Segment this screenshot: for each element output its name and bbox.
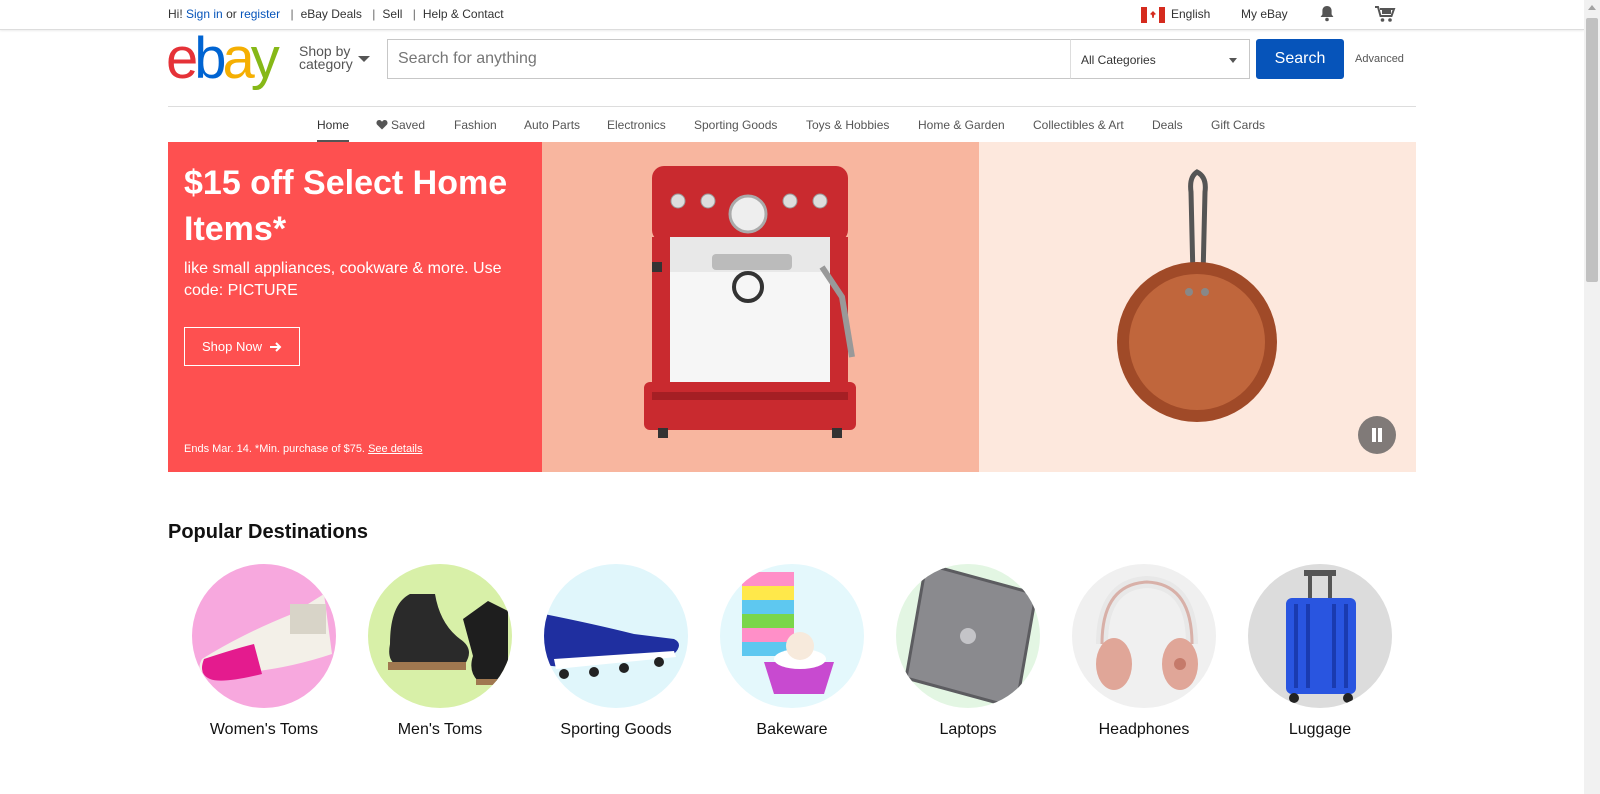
- search-box: [387, 39, 1071, 79]
- canada-flag-icon[interactable]: [1141, 7, 1165, 23]
- destination-mens-toms[interactable]: Men's Toms: [368, 564, 512, 739]
- promo-headline: $15 off Select Home Items*: [184, 164, 508, 248]
- nav-item-auto-parts[interactable]: Auto Parts: [524, 118, 580, 142]
- divider: |: [372, 7, 376, 21]
- pause-icon[interactable]: [1358, 416, 1396, 454]
- ebay-deals-link[interactable]: eBay Deals: [301, 7, 362, 21]
- destination-bakeware[interactable]: Bakeware: [720, 564, 864, 739]
- arrow-right-icon: [269, 341, 282, 352]
- destination-label: Luggage: [1288, 721, 1352, 738]
- destination-sporting-goods[interactable]: Sporting Goods: [544, 564, 688, 739]
- category-select-value: All Categories: [1081, 53, 1156, 67]
- my-ebay-link[interactable]: My eBay: [1241, 7, 1288, 21]
- chevron-down-icon: [1229, 58, 1237, 63]
- promo-panel: $15 off Select Home Items* like small ap…: [168, 142, 542, 472]
- nav-item-saved[interactable]: Saved: [376, 118, 425, 142]
- divider: |: [412, 7, 416, 21]
- promo-fine-print: Ends Mar. 14. *Min. purchase of $75. See…: [184, 443, 423, 455]
- fine-print-text: Ends Mar. 14. *Min. purchase of $75.: [184, 443, 365, 455]
- bakeware-image: [720, 564, 864, 708]
- language-selector[interactable]: English: [1171, 7, 1210, 21]
- sign-in-link[interactable]: Sign in: [186, 7, 223, 21]
- notification-bell-icon[interactable]: [1319, 5, 1335, 25]
- search-input[interactable]: [388, 40, 1070, 78]
- category-nav: Home Saved Fashion Auto Parts Electronic…: [0, 118, 1600, 142]
- destination-headphones[interactable]: Headphones: [1072, 564, 1216, 739]
- vertical-scrollbar[interactable]: [1584, 0, 1600, 794]
- or-text: or: [226, 7, 237, 21]
- nav-item-deals[interactable]: Deals: [1152, 118, 1183, 142]
- search-button[interactable]: Search: [1256, 39, 1344, 79]
- cart-icon[interactable]: [1374, 5, 1396, 26]
- nav-item-saved-label: Saved: [391, 118, 426, 132]
- advanced-search-link[interactable]: Advanced: [1355, 53, 1404, 65]
- nav-item-home[interactable]: Home: [317, 118, 350, 142]
- shop-by-category-button[interactable]: Shop by category: [299, 44, 353, 72]
- register-link[interactable]: register: [240, 7, 280, 21]
- scrollbar-thumb[interactable]: [1586, 18, 1598, 282]
- promo-subtext: like small appliances, cookware & more. …: [184, 260, 502, 299]
- destination-luggage[interactable]: Luggage: [1248, 564, 1392, 739]
- divider: [168, 106, 1416, 107]
- help-contact-link[interactable]: Help & Contact: [423, 7, 504, 21]
- destination-label: Bakeware: [756, 721, 828, 738]
- laptops-image: [896, 564, 1040, 708]
- destination-label: Women's Toms: [209, 721, 319, 738]
- nav-item-toys-hobbies[interactable]: Toys & Hobbies: [806, 118, 889, 142]
- category-select[interactable]: All Categories: [1070, 39, 1250, 79]
- destination-label: Sporting Goods: [560, 721, 672, 738]
- nav-item-fashion[interactable]: Fashion: [454, 118, 497, 142]
- destination-label: Laptops: [939, 721, 997, 738]
- frying-pan-image[interactable]: [979, 142, 1416, 472]
- shop-now-button[interactable]: Shop Now: [184, 327, 300, 366]
- ebay-logo[interactable]: ebay: [166, 29, 280, 89]
- see-details-link[interactable]: See details: [368, 443, 422, 455]
- womens-toms-image: [192, 564, 336, 708]
- espresso-machine-image[interactable]: [542, 142, 979, 472]
- nav-item-electronics[interactable]: Electronics: [607, 118, 666, 142]
- destination-laptops[interactable]: Laptops: [896, 564, 1040, 739]
- popular-destinations-title: Popular Destinations: [168, 521, 369, 543]
- sporting-goods-image: [544, 564, 688, 708]
- top-bar-left: Hi! Sign in or register | eBay Deals | Sel…: [168, 7, 504, 21]
- nav-item-home-garden[interactable]: Home & Garden: [918, 118, 1005, 142]
- mens-toms-image: [368, 564, 512, 708]
- greeting-text: Hi!: [168, 7, 183, 21]
- nav-item-collectibles-art[interactable]: Collectibles & Art: [1033, 118, 1124, 142]
- sell-link[interactable]: Sell: [382, 7, 402, 21]
- nav-item-sporting-goods[interactable]: Sporting Goods: [694, 118, 777, 142]
- shop-now-label: Shop Now: [202, 339, 262, 354]
- heart-icon: [376, 120, 388, 130]
- category-label: category: [299, 56, 353, 72]
- nav-item-gift-cards[interactable]: Gift Cards: [1211, 118, 1265, 142]
- headphones-image: [1072, 564, 1216, 708]
- scroll-up-arrow-icon[interactable]: [1588, 5, 1596, 10]
- destination-label: Men's Toms: [397, 721, 483, 738]
- luggage-image: [1248, 564, 1392, 708]
- destination-label: Headphones: [1098, 721, 1190, 738]
- divider: |: [290, 7, 294, 21]
- chevron-down-icon[interactable]: [358, 56, 370, 62]
- destination-womens-toms[interactable]: Women's Toms: [192, 564, 336, 739]
- hero-carousel[interactable]: $15 off Select Home Items* like small ap…: [168, 142, 1416, 472]
